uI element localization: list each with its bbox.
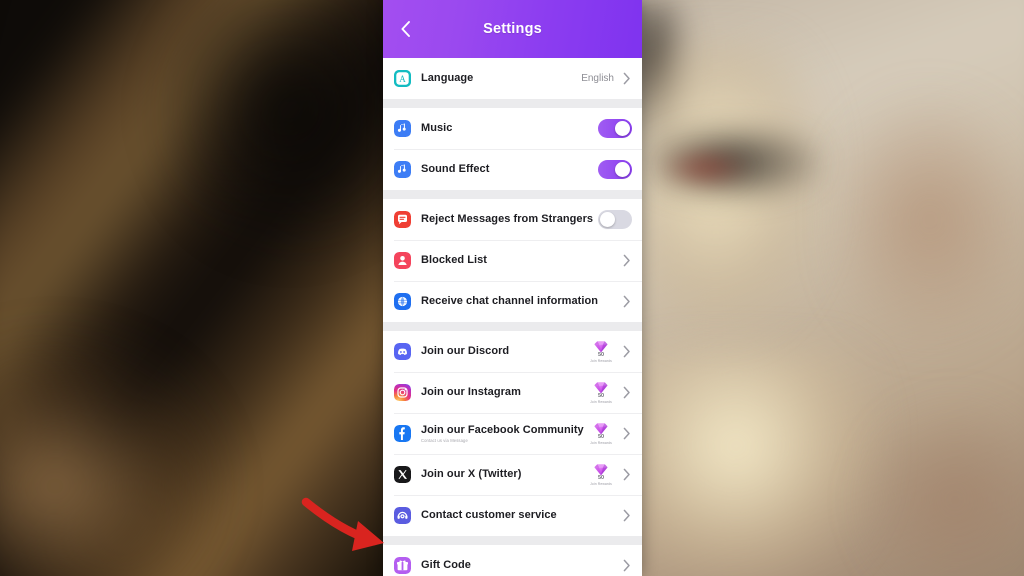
settings-panel: Settings A Language English Music Sound … [383, 0, 642, 576]
toggle-knob [615, 162, 630, 177]
settings-row-blocked-list[interactable]: Blocked List [383, 240, 642, 281]
settings-row-label: Blocked List [421, 254, 488, 267]
chevron-right-icon [621, 468, 632, 481]
screenshot-stage: Settings A Language English Music Sound … [0, 0, 1024, 576]
settings-row-contact-customer-service[interactable]: Contact customer service [383, 495, 642, 536]
chevron-right-icon [621, 509, 632, 522]
join-reward-badge: 50 Join Rewards [584, 381, 618, 404]
settings-row-label: Join our X (Twitter) [421, 468, 522, 481]
reward-amount: 50 [597, 434, 605, 441]
reward-caption: Join Rewards [590, 440, 612, 445]
chevron-right-icon [621, 254, 632, 267]
settings-row-label: Reject Messages from Strangers [421, 213, 594, 226]
gift-icon [394, 557, 411, 574]
instagram-icon [394, 384, 411, 401]
settings-list[interactable]: A Language English Music Sound Effect Re… [383, 58, 642, 576]
background-right-blob-5 [640, 350, 880, 576]
settings-row-join-our-instagram[interactable]: Join our Instagram 50 Join Rewards [383, 372, 642, 413]
settings-row-join-our-discord[interactable]: Join our Discord 50 Join Rewards [383, 331, 642, 372]
settings-row-label: Music [421, 122, 453, 135]
settings-group-social: Join our Discord 50 Join Rewards Join ou… [383, 331, 642, 536]
settings-row-label: Join our Discord [421, 345, 510, 358]
settings-row-label: Sound Effect [421, 163, 490, 176]
group-separator [383, 99, 642, 108]
group-separator [383, 536, 642, 545]
reward-caption: Join Rewards [590, 358, 612, 363]
background-right-blob-6 [860, 400, 1024, 576]
discord-icon [394, 343, 411, 360]
background-right-blob-4 [840, 90, 1024, 350]
settings-group-audio: Music Sound Effect [383, 108, 642, 190]
language-icon: A [394, 70, 411, 87]
settings-row-label: Language [421, 72, 474, 85]
headset-icon [394, 507, 411, 524]
reward-amount: 50 [597, 352, 605, 359]
group-separator [383, 190, 642, 199]
settings-row-label: Receive chat channel information [421, 295, 599, 308]
page-title: Settings [483, 21, 542, 37]
settings-row-gift-code[interactable]: Gift Code [383, 545, 642, 576]
settings-row-join-our-facebook-community[interactable]: Join our Facebook Community Contact us v… [383, 413, 642, 454]
music-toggle[interactable] [598, 119, 632, 138]
settings-row-music[interactable]: Music [383, 108, 642, 149]
settings-group-rewards: Gift Code [383, 545, 642, 576]
settings-row-language[interactable]: A Language English [383, 58, 642, 99]
settings-row-label: Join our Instagram [421, 386, 521, 399]
background-right-blob-3 [660, 150, 750, 186]
toggle-knob [600, 212, 615, 227]
settings-row-label: Join our Facebook Community [421, 423, 584, 436]
chevron-right-icon [621, 345, 632, 358]
music-note-icon [394, 120, 411, 137]
music-note-icon [394, 161, 411, 178]
toggle-knob [615, 121, 630, 136]
reward-caption: Join Rewards [590, 399, 612, 404]
settings-row-label: Gift Code [421, 559, 471, 572]
reject-messages-toggle[interactable] [598, 210, 632, 229]
join-reward-badge: 50 Join Rewards [584, 340, 618, 363]
chevron-right-icon [621, 386, 632, 399]
x-twitter-icon [394, 466, 411, 483]
reward-caption: Join Rewards [590, 481, 612, 486]
globe-icon [394, 293, 411, 310]
settings-row-sublabel: Contact us via Message [421, 438, 468, 444]
chevron-right-icon [621, 427, 632, 440]
join-reward-badge: 50 Join Rewards [584, 463, 618, 486]
chevron-right-icon [621, 72, 632, 85]
app-header: Settings [383, 0, 642, 58]
settings-row-receive-chat-channel-information[interactable]: Receive chat channel information [383, 281, 642, 322]
blocked-user-icon [394, 252, 411, 269]
settings-group-privacy: Reject Messages from Strangers Blocked L… [383, 199, 642, 322]
settings-row-sound-effect[interactable]: Sound Effect [383, 149, 642, 190]
chevron-right-icon [621, 559, 632, 572]
settings-row-text: Join our Facebook Community Contact us v… [421, 424, 584, 443]
facebook-icon [394, 425, 411, 442]
sound-effect-toggle[interactable] [598, 160, 632, 179]
chat-bubble-icon [394, 211, 411, 228]
chevron-left-icon [399, 20, 412, 38]
settings-group-general: A Language English [383, 58, 642, 99]
reward-amount: 50 [597, 475, 605, 482]
settings-row-label: Contact customer service [421, 509, 557, 522]
reward-amount: 50 [597, 393, 605, 400]
chevron-right-icon [621, 295, 632, 308]
settings-row-join-our-x-twitter[interactable]: Join our X (Twitter) 50 Join Rewards [383, 454, 642, 495]
join-reward-badge: 50 Join Rewards [584, 422, 618, 445]
group-separator [383, 322, 642, 331]
settings-row-reject-messages[interactable]: Reject Messages from Strangers [383, 199, 642, 240]
background-left-warm-blob [0, 330, 230, 576]
back-button[interactable] [392, 16, 418, 42]
svg-text:A: A [399, 74, 406, 84]
language-value: English [581, 73, 614, 84]
